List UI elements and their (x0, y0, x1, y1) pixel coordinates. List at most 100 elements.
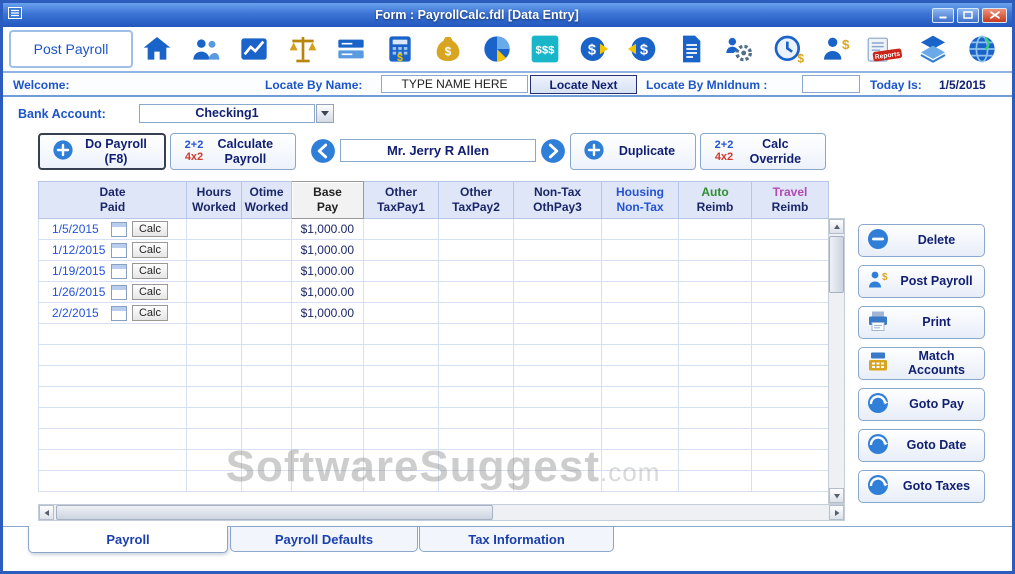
date-paid-cell[interactable]: 2/2/2015 Calc (38, 302, 187, 324)
grid-cell[interactable] (601, 281, 679, 303)
grid-cell[interactable] (678, 386, 752, 408)
grid-cell[interactable] (751, 344, 829, 366)
grid-cell[interactable] (513, 323, 602, 345)
grid-cell[interactable] (291, 386, 364, 408)
grid-cell[interactable] (241, 470, 292, 492)
date-paid-cell[interactable]: 1/19/2015 Calc (38, 260, 187, 282)
titlebar[interactable]: Form : PayrollCalc.fdl [Data Entry] (3, 3, 1012, 27)
grid-cell[interactable] (186, 260, 242, 282)
calculator-dollar-icon[interactable]: $ (380, 29, 420, 69)
column-header-otime-worked[interactable]: Otime Worked (241, 181, 292, 219)
calc-button[interactable]: Calc (132, 242, 168, 258)
grid-cell[interactable] (291, 323, 364, 345)
scales-icon[interactable] (283, 29, 323, 69)
grid-cell[interactable] (186, 323, 242, 345)
match-accounts-button[interactable]: Match Accounts (858, 347, 985, 380)
grid-cell[interactable] (38, 344, 187, 366)
grid-cell[interactable] (38, 449, 187, 471)
grid-cell[interactable] (601, 218, 679, 240)
print-button[interactable]: Print (858, 306, 985, 339)
close-button[interactable] (982, 7, 1007, 23)
grid-cell[interactable] (438, 365, 514, 387)
previous-employee-arrow-icon[interactable] (310, 138, 336, 164)
grid-cell[interactable] (513, 365, 602, 387)
grid-cell[interactable] (363, 449, 439, 471)
minimize-button[interactable] (932, 7, 954, 23)
grid-cell[interactable] (438, 344, 514, 366)
do-payroll-button[interactable]: Do Payroll (F8) (38, 133, 166, 170)
grid-cell[interactable] (751, 428, 829, 450)
grid-cell[interactable] (513, 260, 602, 282)
grid-cell[interactable] (186, 470, 242, 492)
grid-cell[interactable] (241, 260, 292, 282)
grid-cell[interactable] (678, 302, 752, 324)
goto-taxes-button[interactable]: Goto Taxes (858, 470, 985, 503)
grid-cell[interactable] (291, 428, 364, 450)
grid-cell[interactable] (751, 260, 829, 282)
grid-cell[interactable] (363, 218, 439, 240)
bank-account-combobox[interactable]: Checking1 (139, 104, 315, 123)
grid-cell[interactable] (363, 470, 439, 492)
tab-payroll-defaults[interactable]: Payroll Defaults (230, 527, 418, 552)
grid-cell[interactable] (363, 365, 439, 387)
grid-cell[interactable] (513, 470, 602, 492)
grid-cell[interactable] (601, 428, 679, 450)
grid-cell[interactable] (438, 470, 514, 492)
grid-cell[interactable] (678, 323, 752, 345)
gear-employee-icon[interactable] (719, 29, 759, 69)
calculate-payroll-button[interactable]: 2+2 4x2 Calculate Payroll (170, 133, 296, 170)
grid-cell[interactable] (601, 470, 679, 492)
grid-cell[interactable] (601, 302, 679, 324)
grid-cell[interactable] (291, 449, 364, 471)
grid-cell[interactable] (513, 428, 602, 450)
grid-cell[interactable] (751, 407, 829, 429)
delete-button[interactable]: Delete (858, 224, 985, 257)
grid-cell[interactable] (751, 323, 829, 345)
employee-name-field[interactable]: Mr. Jerry R Allen (340, 139, 536, 162)
grid-cell[interactable] (241, 218, 292, 240)
grid-cell[interactable] (241, 239, 292, 261)
grid-cell[interactable] (363, 323, 439, 345)
scroll-right-arrow-icon[interactable] (829, 505, 844, 520)
grid-cell[interactable] (186, 344, 242, 366)
grid-cell[interactable] (678, 407, 752, 429)
calc-button[interactable]: Calc (132, 305, 168, 321)
grid-cell[interactable] (601, 323, 679, 345)
maximize-button[interactable] (957, 7, 979, 23)
grid-cell[interactable] (38, 323, 187, 345)
column-header-housing-nontax[interactable]: Housing Non-Tax (601, 181, 679, 219)
column-header-hours-worked[interactable]: Hours Worked (186, 181, 242, 219)
post-payroll-toolbar-button[interactable]: Post Payroll (9, 30, 133, 68)
grid-cell[interactable] (241, 449, 292, 471)
grid-cell[interactable] (678, 281, 752, 303)
grid-cell[interactable] (513, 344, 602, 366)
grid-cell[interactable] (241, 428, 292, 450)
vertical-scroll-thumb[interactable] (829, 236, 844, 293)
column-header-date-paid[interactable]: Date Paid (38, 181, 187, 219)
pie-chart-dollar-icon[interactable] (477, 29, 517, 69)
grid-cell[interactable] (678, 365, 752, 387)
grid-cell[interactable] (751, 218, 829, 240)
grid-cell[interactable] (38, 470, 187, 492)
grid-cell[interactable] (678, 218, 752, 240)
grid-cell[interactable] (363, 407, 439, 429)
grid-cell[interactable] (438, 428, 514, 450)
stacked-sheets-icon[interactable] (913, 29, 953, 69)
goto-pay-button[interactable]: Goto Pay (858, 388, 985, 421)
calc-override-button[interactable]: 2+2 4x2 Calc Override (700, 133, 826, 170)
grid-cell[interactable] (438, 239, 514, 261)
grid-cell[interactable] (751, 365, 829, 387)
grid-cell[interactable] (751, 239, 829, 261)
scroll-down-arrow-icon[interactable] (829, 488, 844, 503)
grid-cell[interactable] (601, 407, 679, 429)
date-paid-cell[interactable]: 1/12/2015 Calc (38, 239, 187, 261)
grid-cell[interactable] (513, 281, 602, 303)
grid-cell[interactable] (678, 260, 752, 282)
chart-icon[interactable] (234, 29, 274, 69)
grid-cell[interactable] (241, 344, 292, 366)
grid-cell[interactable] (291, 407, 364, 429)
grid-cell[interactable] (186, 302, 242, 324)
calendar-icon[interactable] (111, 242, 127, 258)
grid-cell[interactable] (363, 260, 439, 282)
grid-cell[interactable] (601, 386, 679, 408)
